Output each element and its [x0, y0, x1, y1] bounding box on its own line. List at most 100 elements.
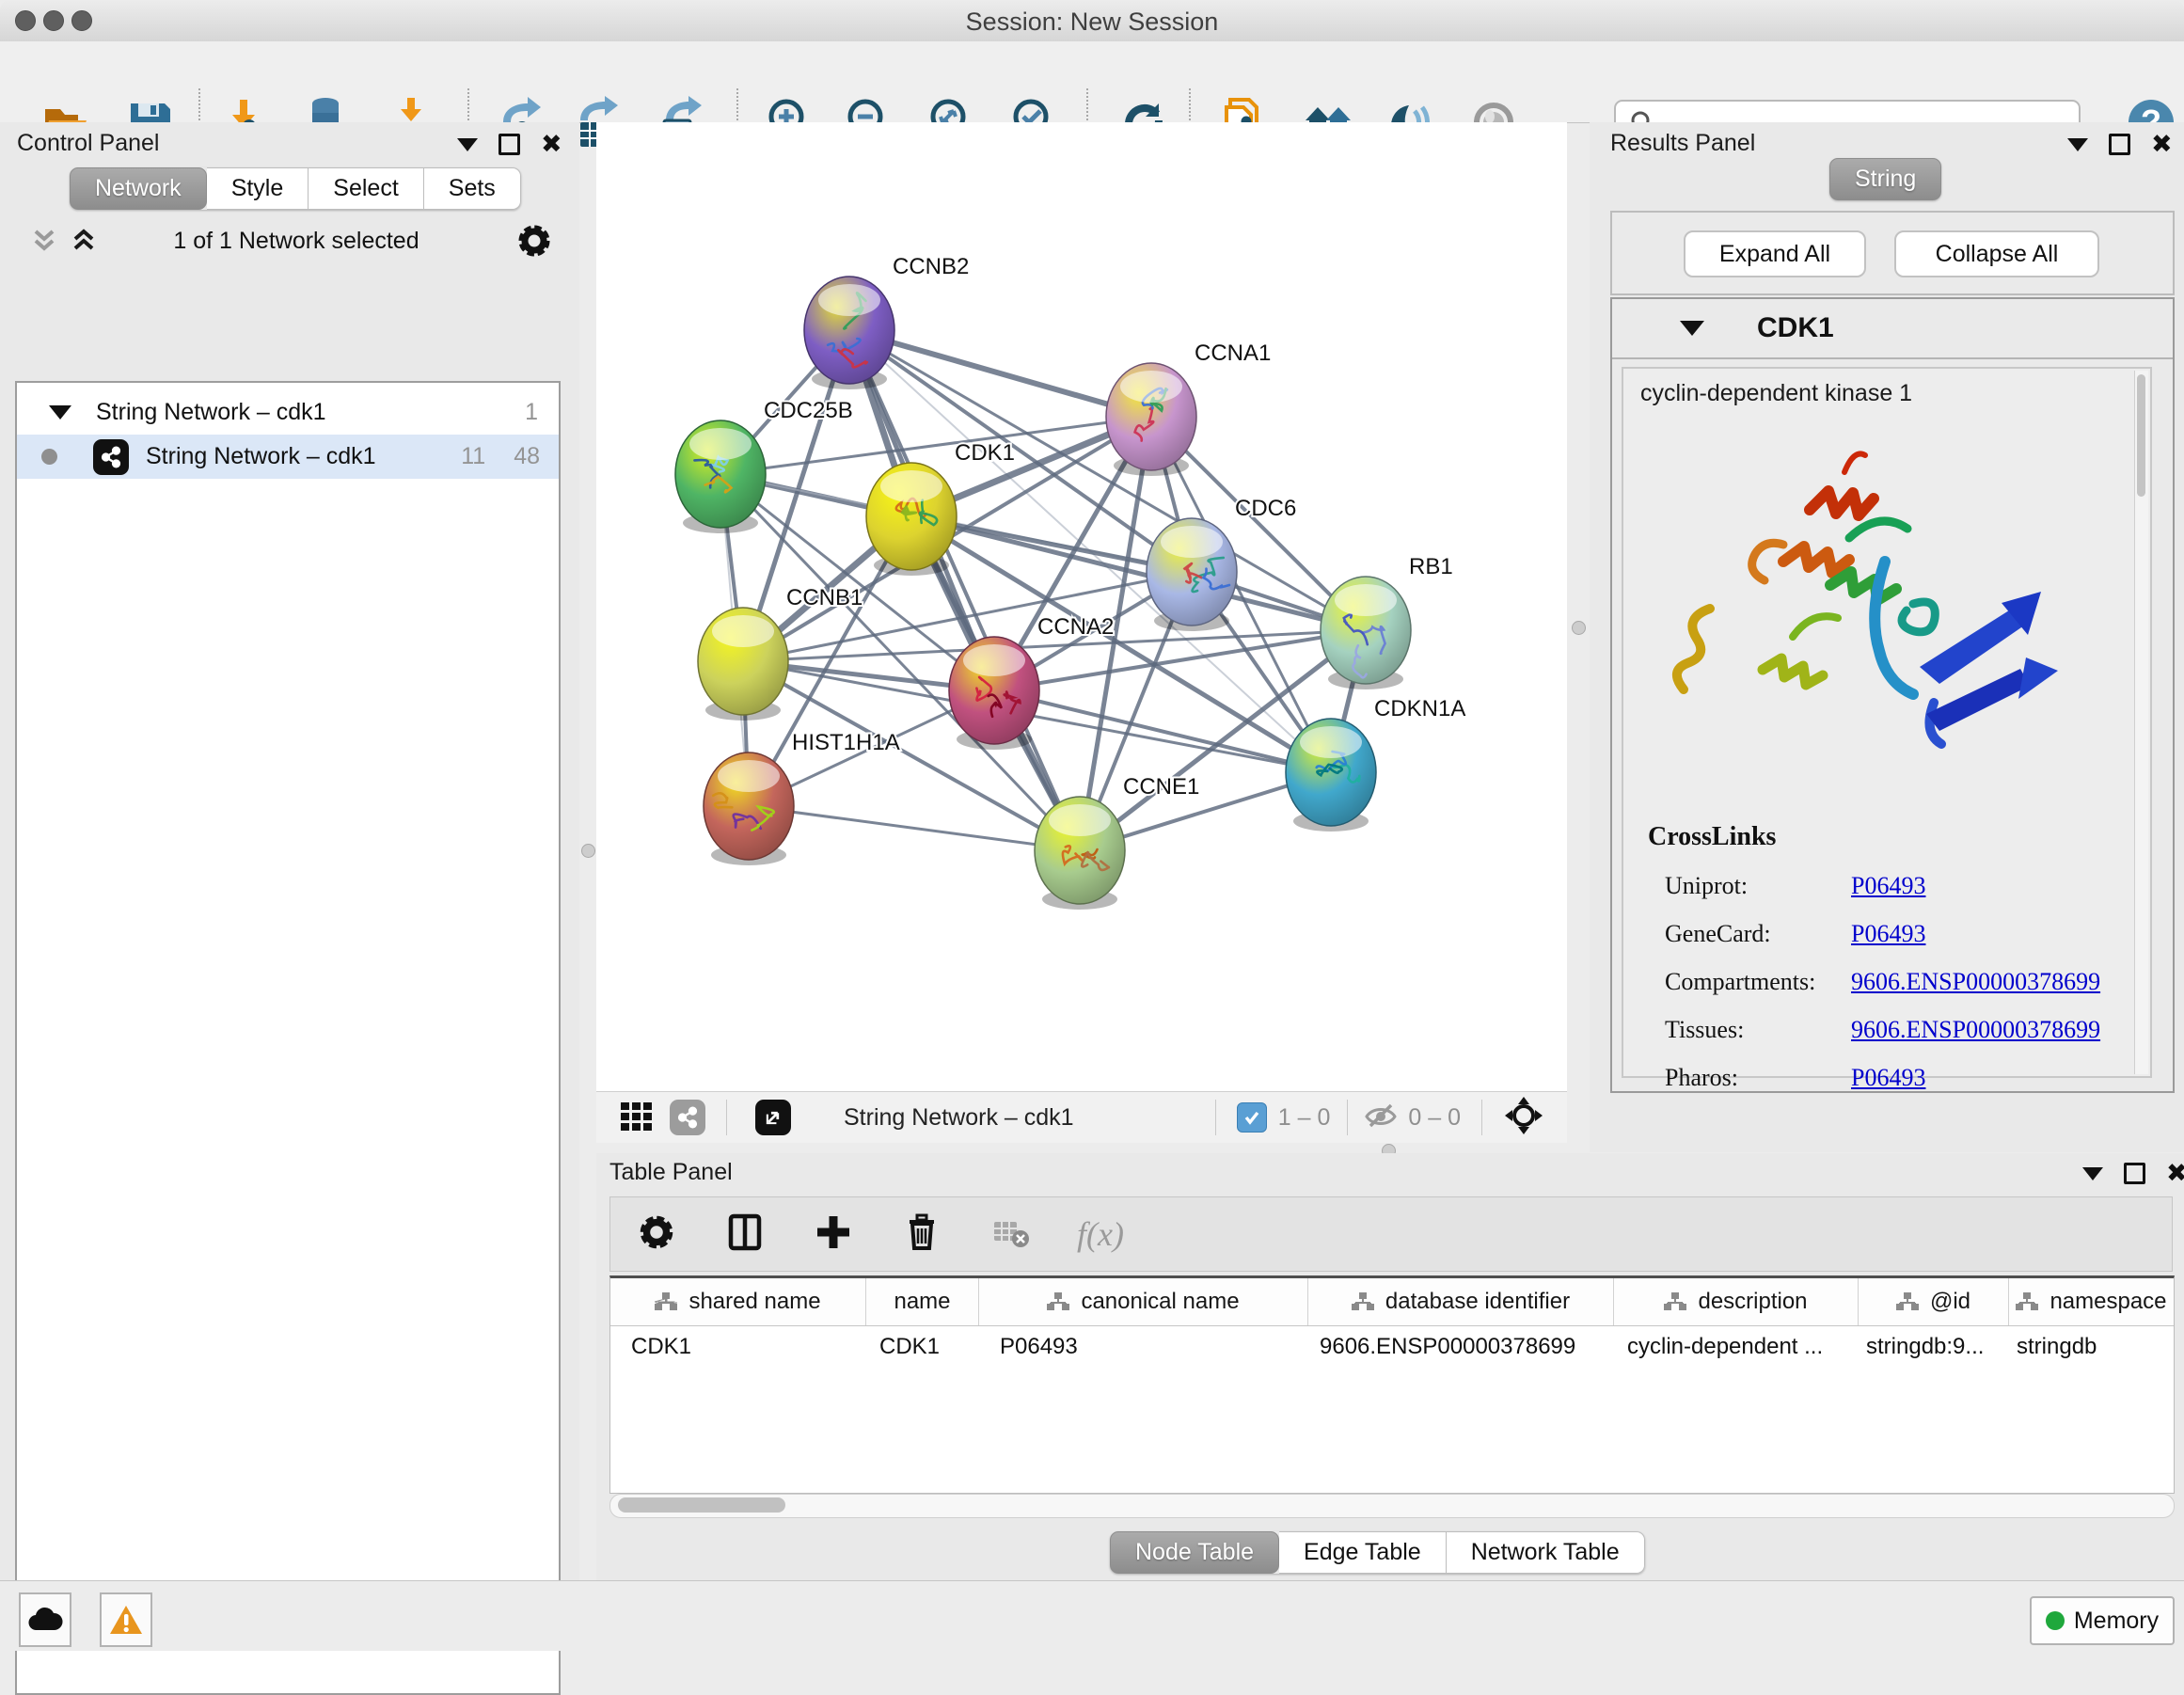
- left-splitter-handle[interactable]: [581, 844, 595, 858]
- add-column-icon[interactable]: [812, 1211, 855, 1259]
- network-view-toolbar: String Network – cdk1 1 – 0 0 – 0: [596, 1091, 1567, 1143]
- fit-selected-move-icon[interactable]: [1503, 1095, 1544, 1141]
- function-builder-icon[interactable]: f(x): [1077, 1214, 1124, 1254]
- warning-status-button[interactable]: [100, 1592, 152, 1647]
- node-label: CCNB2: [893, 254, 969, 279]
- tab-network[interactable]: Network: [70, 167, 207, 210]
- network-node[interactable]: RB1: [1321, 554, 1453, 689]
- network-options-gear-icon[interactable]: [514, 220, 555, 266]
- tab-network-table[interactable]: Network Table: [1447, 1531, 1645, 1574]
- results-panel-float-icon[interactable]: [2109, 134, 2130, 155]
- cell-canonical-name[interactable]: P06493: [979, 1326, 1308, 1370]
- hidden-nodes-eye-icon[interactable]: [1363, 1100, 1399, 1136]
- hidden-count: 0 – 0: [1408, 1104, 1461, 1132]
- string-network-graph[interactable]: CCNB2 CCNA1 CDC25BCDK1 CDC6 RB1 CCNB1 CCNA2 CDK…: [596, 122, 1567, 1091]
- network-canvas[interactable]: CCNB2 CCNA1 CDC25BCDK1 CDC6 RB1 CCNB1 CCNA2 CDK…: [596, 122, 1567, 1091]
- expand-all-button[interactable]: Expand All: [1684, 230, 1866, 277]
- column-header[interactable]: namespace: [2009, 1278, 2174, 1325]
- table-panel-close-icon[interactable]: ✖: [2166, 1164, 2184, 1183]
- network-node[interactable]: CCNB2: [804, 254, 969, 389]
- network-collection-row[interactable]: String Network – cdk1 1: [17, 390, 559, 435]
- memory-label: Memory: [2074, 1608, 2159, 1635]
- network-node[interactable]: CDC25B: [675, 398, 853, 533]
- network-node[interactable]: CDK1: [866, 440, 1015, 576]
- gene-details-scrollbar[interactable]: [2134, 371, 2148, 1074]
- cell-name[interactable]: CDK1: [866, 1326, 979, 1370]
- network-selection-status: 1 of 1 Network selected: [141, 228, 451, 255]
- collapse-all-networks-icon[interactable]: [28, 224, 60, 261]
- crosslinks-title: CrossLinks: [1648, 822, 1776, 852]
- right-splitter-handle[interactable]: [1572, 621, 1586, 635]
- table-horizontal-scrollbar[interactable]: [609, 1494, 2175, 1518]
- birdseye-grid-icon[interactable]: [617, 1097, 655, 1139]
- crosslink-label: Uniprot:: [1665, 862, 1815, 910]
- network-node[interactable]: HIST1H1A: [704, 730, 900, 865]
- control-panel-close-icon[interactable]: ✖: [541, 135, 562, 154]
- tab-node-table[interactable]: Node Table: [1110, 1531, 1279, 1574]
- gene-name: CDK1: [1757, 312, 1834, 344]
- tab-style[interactable]: Style: [207, 167, 309, 210]
- selected-count: 1 – 0: [1278, 1104, 1331, 1132]
- gene-section-header[interactable]: CDK1: [1612, 299, 2173, 359]
- cell-database-identifier[interactable]: 9606.ENSP00000378699: [1308, 1326, 1614, 1370]
- node-label: CCNA2: [1037, 614, 1114, 640]
- collapse-all-button[interactable]: Collapse All: [1894, 230, 2099, 277]
- crosslink-compartments[interactable]: 9606.ENSP00000378699: [1851, 958, 2100, 1006]
- node-table[interactable]: shared name name canonical name database…: [609, 1275, 2175, 1494]
- selected-nodes-checkbox-icon[interactable]: [1237, 1102, 1267, 1133]
- column-header[interactable]: description: [1614, 1278, 1859, 1325]
- network-node[interactable]: CCNE1: [1035, 774, 1199, 910]
- memory-button[interactable]: Memory: [2030, 1596, 2175, 1645]
- table-row[interactable]: CDK1 CDK1 P06493 9606.ENSP00000378699 cy…: [610, 1326, 2174, 1370]
- tab-sets[interactable]: Sets: [424, 167, 521, 210]
- column-header[interactable]: database identifier: [1308, 1278, 1614, 1325]
- column-header[interactable]: canonical name: [979, 1278, 1308, 1325]
- cell-description[interactable]: cyclin-dependent ...: [1614, 1326, 1859, 1370]
- tab-select[interactable]: Select: [309, 167, 423, 210]
- crosslink-genecard[interactable]: P06493: [1851, 910, 2100, 958]
- tab-edge-table[interactable]: Edge Table: [1279, 1531, 1447, 1574]
- crosslink-tissues[interactable]: 9606.ENSP00000378699: [1851, 1006, 2100, 1053]
- column-header[interactable]: @id: [1859, 1278, 2009, 1325]
- network-edge: [849, 330, 1080, 850]
- delete-column-icon[interactable]: [900, 1211, 943, 1259]
- show-column-icon[interactable]: [723, 1211, 767, 1259]
- network-share-icon[interactable]: [670, 1100, 705, 1135]
- cloud-status-button[interactable]: [19, 1592, 71, 1647]
- cell-namespace[interactable]: stringdb: [2009, 1326, 2174, 1370]
- table-toolbar: f(x): [609, 1196, 2173, 1272]
- network-type-icon: [93, 439, 129, 475]
- expand-all-networks-icon[interactable]: [68, 224, 100, 261]
- control-panel-tabs: Network Style Select Sets: [70, 167, 521, 210]
- node-label: CDC6: [1235, 496, 1296, 521]
- network-row-selected[interactable]: String Network – cdk1 11 48: [17, 435, 559, 479]
- scrollbar-thumb[interactable]: [618, 1497, 785, 1513]
- control-panel: Control Panel ✖ Network Style Select Set…: [0, 122, 579, 1580]
- table-panel-float-icon[interactable]: [2124, 1163, 2145, 1184]
- results-panel-menu-icon[interactable]: [2067, 138, 2088, 151]
- cloud-icon: [27, 1606, 63, 1634]
- crosslink-uniprot[interactable]: P06493: [1851, 862, 2100, 910]
- network-edge: [749, 806, 1080, 850]
- table-panel-menu-icon[interactable]: [2082, 1167, 2103, 1180]
- tab-string[interactable]: String: [1829, 158, 1941, 200]
- control-panel-float-icon[interactable]: [499, 134, 520, 155]
- gene-details: cyclin-dependent kinase 1: [1622, 367, 2152, 1078]
- open-in-browser-icon[interactable]: [755, 1100, 791, 1135]
- network-node[interactable]: CDKN1A: [1286, 696, 1465, 832]
- cell-shared-name[interactable]: CDK1: [610, 1326, 866, 1370]
- crosslink-pharos[interactable]: P06493: [1851, 1053, 2100, 1101]
- node-label: CCNA1: [1195, 341, 1271, 366]
- gene-collapse-icon[interactable]: [1680, 321, 1704, 336]
- collection-expand-icon[interactable]: [49, 405, 71, 420]
- delete-table-icon[interactable]: [989, 1211, 1032, 1259]
- collection-label: String Network – cdk1: [96, 399, 326, 426]
- cell-id[interactable]: stringdb:9...: [1859, 1326, 2009, 1370]
- column-header[interactable]: name: [866, 1278, 979, 1325]
- results-panel-close-icon[interactable]: ✖: [2151, 135, 2173, 154]
- table-settings-gear-icon[interactable]: [635, 1211, 678, 1259]
- network-node[interactable]: CCNB1: [698, 585, 863, 721]
- network-visibility-dot[interactable]: [41, 449, 57, 465]
- control-panel-menu-icon[interactable]: [457, 138, 478, 151]
- column-header[interactable]: shared name: [610, 1278, 866, 1325]
